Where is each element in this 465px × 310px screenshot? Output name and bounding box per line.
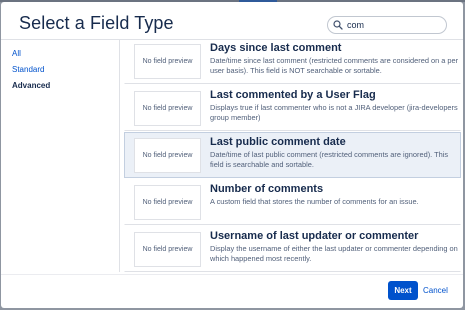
field-preview: No field preview [134,185,201,220]
dialog-title: Select a Field Type [19,13,174,33]
field-type-title: Number of comments [210,183,324,195]
field-type-description: A custom field that stores the number of… [210,197,419,206]
field-preview: No field preview [134,44,201,79]
field-type-title: Last commented by a User Flag [210,89,376,101]
footer-divider [1,274,463,275]
nav-item-advanced[interactable]: Advanced [12,78,112,94]
search-icon [333,20,343,30]
nav-item-all[interactable]: All [12,46,112,62]
field-type-row[interactable]: No field preview Days since last comment… [124,38,461,84]
field-type-row[interactable]: No field preview Last commented by a Use… [124,85,461,131]
field-type-row[interactable]: No field preview Username of last update… [124,226,461,272]
field-type-row[interactable]: No field preview Number of comments A cu… [124,179,461,225]
field-preview: No field preview [134,91,201,126]
field-type-dialog: Select a Field Type All Standard Advance… [1,2,463,308]
field-type-title: Days since last comment [210,42,342,54]
next-button[interactable]: Next [388,281,418,300]
field-preview: No field preview [134,232,201,267]
field-type-description: Date/time since last comment (restricted… [210,56,459,75]
field-type-title: Last public comment date [210,136,346,148]
field-type-title: Username of last updater or commenter [210,230,419,242]
search-input[interactable] [347,18,442,32]
field-preview: No field preview [134,138,201,173]
field-type-row-selected[interactable]: No field preview Last public comment dat… [124,132,461,178]
field-type-description: Date/time of last public comment (restri… [210,150,449,169]
field-type-list: No field preview Days since last comment… [124,38,461,274]
nav-divider [119,40,120,272]
field-type-description: Displays true if last commenter who is n… [210,103,458,122]
cancel-link[interactable]: Cancel [423,281,448,300]
field-type-description: Display the username of either the last … [210,244,458,263]
category-nav: All Standard Advanced [12,46,112,94]
search-box[interactable] [327,16,447,34]
nav-item-standard[interactable]: Standard [12,62,112,78]
